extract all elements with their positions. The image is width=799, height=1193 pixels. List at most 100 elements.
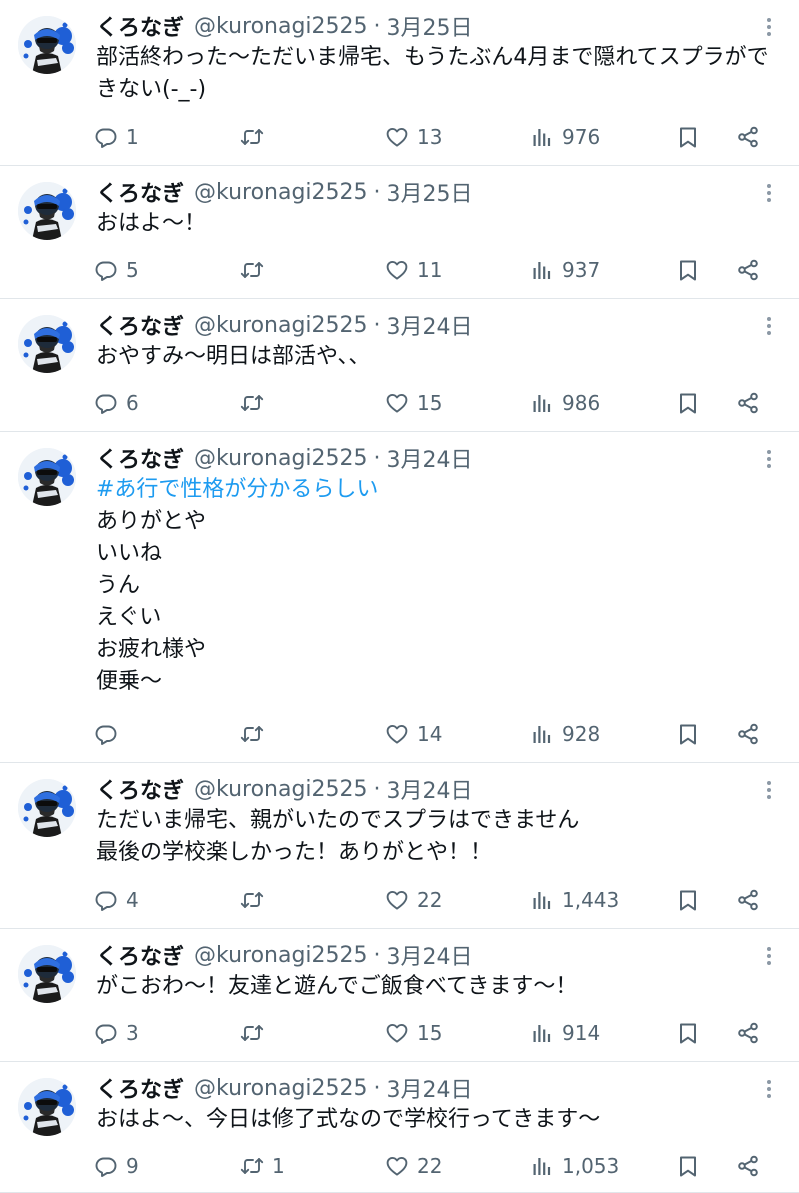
tweet[interactable]: くろなぎ @kuronagi2525 · 3月24日 おやすみ〜明日は部活や、、 6 15 9… [0, 299, 799, 432]
avatar[interactable] [18, 16, 76, 74]
user-handle[interactable]: @kuronagi2525 [194, 180, 368, 205]
tweet-actions: 6 15 986 [0, 387, 799, 419]
bookmark-button[interactable] [676, 718, 700, 750]
tweet-date[interactable]: 3月24日 [387, 1072, 473, 1104]
reply-button[interactable] [94, 718, 126, 750]
tweet[interactable]: くろなぎ @kuronagi2525 · 3月25日 おはよ〜！ 5 11 937 [0, 166, 799, 299]
avatar[interactable] [18, 315, 76, 373]
avatar[interactable] [18, 182, 76, 240]
avatar[interactable] [18, 779, 76, 837]
views-button[interactable]: 937 [530, 254, 600, 286]
display-name[interactable]: くろなぎ [96, 939, 184, 971]
retweet-button[interactable] [240, 254, 272, 286]
bookmark-button[interactable] [676, 884, 700, 916]
reply-button[interactable]: 1 [94, 121, 139, 153]
reply-button[interactable]: 3 [94, 1017, 139, 1049]
views-button[interactable]: 914 [530, 1017, 600, 1049]
display-name[interactable]: くろなぎ [96, 1072, 184, 1104]
reply-button[interactable]: 5 [94, 254, 139, 286]
tweet-date[interactable]: 3月24日 [387, 442, 473, 474]
avatar[interactable] [18, 448, 76, 506]
views-icon [530, 391, 554, 415]
bookmark-button[interactable] [676, 1150, 700, 1182]
tweet-date[interactable]: 3月24日 [387, 309, 473, 341]
share-button[interactable] [736, 1150, 760, 1182]
tweet[interactable]: くろなぎ @kuronagi2525 · 3月24日 #あ行で性格が分かるらしい ありがと… [0, 432, 799, 763]
tweet[interactable]: くろなぎ @kuronagi2525 · 3月24日 おはよ〜、今日は修了式なので学校行… [0, 1062, 799, 1193]
bookmark-button[interactable] [676, 387, 700, 419]
share-button[interactable] [736, 254, 760, 286]
views-button[interactable]: 928 [530, 718, 600, 750]
like-icon [385, 1154, 409, 1178]
separator-dot: · [373, 179, 381, 205]
reply-button[interactable]: 4 [94, 884, 139, 916]
tweet-date[interactable]: 3月24日 [387, 939, 473, 971]
avatar[interactable] [18, 1078, 76, 1136]
like-button[interactable]: 15 [385, 387, 442, 419]
tweet[interactable]: くろなぎ @kuronagi2525 · 3月24日 ただいま帰宅、親がいたのでスプラは… [0, 763, 799, 929]
share-icon [736, 125, 760, 149]
user-handle[interactable]: @kuronagi2525 [194, 446, 368, 471]
views-button[interactable]: 1,443 [530, 884, 619, 916]
more-icon[interactable] [761, 315, 777, 337]
like-button[interactable]: 11 [385, 254, 442, 286]
retweet-button[interactable] [240, 718, 272, 750]
share-button[interactable] [736, 718, 760, 750]
display-name[interactable]: くろなぎ [96, 176, 184, 208]
like-button[interactable]: 22 [385, 1150, 442, 1182]
tweet-date[interactable]: 3月24日 [387, 773, 473, 805]
separator-dot: · [373, 1075, 381, 1101]
tweet[interactable]: くろなぎ @kuronagi2525 · 3月24日 がこおわ〜！友達と遊んでご飯食べて… [0, 929, 799, 1062]
display-name[interactable]: くろなぎ [96, 309, 184, 341]
share-button[interactable] [736, 1017, 760, 1049]
more-icon[interactable] [761, 945, 777, 967]
likes-count: 11 [417, 258, 443, 282]
share-button[interactable] [736, 121, 760, 153]
like-button[interactable]: 15 [385, 1017, 442, 1049]
like-button[interactable]: 14 [385, 718, 442, 750]
retweet-button[interactable] [240, 121, 272, 153]
bookmark-icon [676, 1154, 700, 1178]
views-button[interactable]: 976 [530, 121, 600, 153]
tweet[interactable]: くろなぎ @kuronagi2525 · 3月25日 部活終わった〜ただいま帰宅、もうた… [0, 0, 799, 166]
retweet-button[interactable] [240, 884, 272, 916]
tweet-date[interactable]: 3月25日 [387, 10, 473, 42]
tweet-header: くろなぎ @kuronagi2525 · 3月25日 [96, 9, 473, 43]
user-handle[interactable]: @kuronagi2525 [194, 777, 368, 802]
retweet-button[interactable]: 1 [240, 1150, 285, 1182]
more-icon[interactable] [761, 16, 777, 38]
tweet-header: くろなぎ @kuronagi2525 · 3月24日 [96, 441, 473, 475]
retweet-button[interactable] [240, 1017, 272, 1049]
share-button[interactable] [736, 884, 760, 916]
like-button[interactable]: 13 [385, 121, 442, 153]
more-icon[interactable] [761, 779, 777, 801]
bookmark-button[interactable] [676, 1017, 700, 1049]
views-count: 976 [562, 125, 601, 149]
hashtag-link[interactable]: #あ行で性格が分かるらしい [96, 474, 775, 506]
views-button[interactable]: 986 [530, 387, 600, 419]
display-name[interactable]: くろなぎ [96, 442, 184, 474]
bookmark-button[interactable] [676, 121, 700, 153]
more-icon[interactable] [761, 448, 777, 470]
more-icon[interactable] [761, 1078, 777, 1100]
share-button[interactable] [736, 387, 760, 419]
tweet-date[interactable]: 3月25日 [387, 176, 473, 208]
views-icon [530, 888, 554, 912]
display-name[interactable]: くろなぎ [96, 773, 184, 805]
user-handle[interactable]: @kuronagi2525 [194, 313, 368, 338]
user-handle[interactable]: @kuronagi2525 [194, 14, 368, 39]
reply-icon [94, 1021, 118, 1045]
retweet-button[interactable] [240, 387, 272, 419]
views-button[interactable]: 1,053 [530, 1150, 619, 1182]
like-button[interactable]: 22 [385, 884, 442, 916]
reply-button[interactable]: 6 [94, 387, 139, 419]
reply-icon [94, 888, 118, 912]
display-name[interactable]: くろなぎ [96, 10, 184, 42]
user-handle[interactable]: @kuronagi2525 [194, 1076, 368, 1101]
views-icon [530, 1021, 554, 1045]
avatar[interactable] [18, 945, 76, 1003]
reply-button[interactable]: 9 [94, 1150, 139, 1182]
more-icon[interactable] [761, 182, 777, 204]
user-handle[interactable]: @kuronagi2525 [194, 943, 368, 968]
bookmark-button[interactable] [676, 254, 700, 286]
